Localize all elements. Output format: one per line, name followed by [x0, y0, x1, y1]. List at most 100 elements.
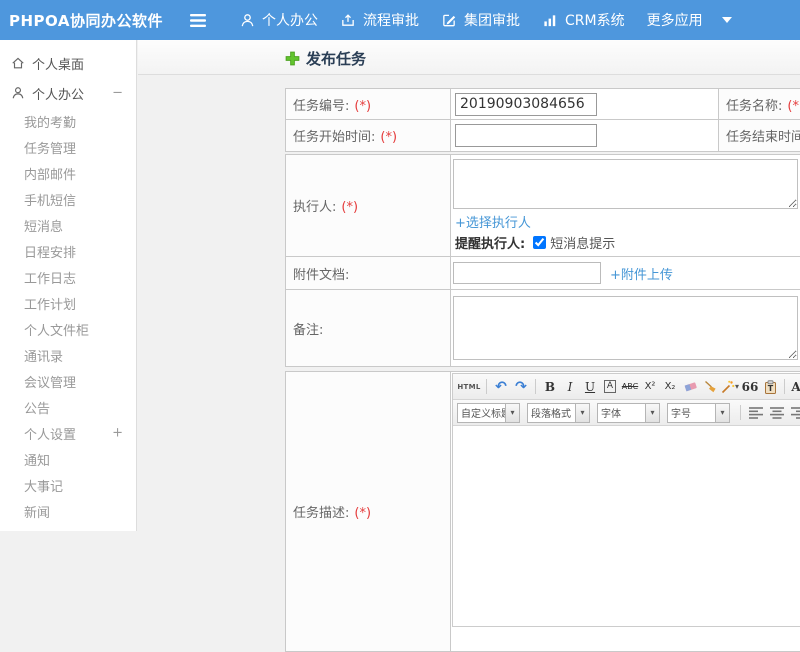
- sidebar-item-news[interactable]: 新闻: [0, 498, 136, 524]
- attachment-input[interactable]: [453, 262, 601, 284]
- sidebar-item-label: 公告: [24, 398, 50, 417]
- font-family-select[interactable]: 字体 ▾: [597, 403, 660, 423]
- sidebar-item-personal-desktop[interactable]: 个人桌面: [0, 48, 136, 78]
- sidebar-item-label: 个人文件柜: [24, 320, 89, 339]
- nav-item-workflow-approval[interactable]: 流程审批: [340, 10, 419, 30]
- strikethrough-button[interactable]: ABC: [621, 377, 639, 396]
- nav-item-crm-system[interactable]: CRM系统: [542, 10, 625, 30]
- paragraph-format-select[interactable]: 段落格式 ▾: [527, 403, 590, 423]
- nav-label: 个人办公: [262, 10, 318, 30]
- toolbar-separator: [535, 379, 536, 394]
- format-brush-button[interactable]: [701, 377, 719, 396]
- sidebar-item-announcement[interactable]: 公告: [0, 394, 136, 420]
- remark-textarea[interactable]: [453, 296, 798, 360]
- superscript-button[interactable]: X²: [641, 377, 659, 396]
- sidebar-item-schedule[interactable]: 日程安排: [0, 238, 136, 264]
- sidebar-item-label: 个人办公: [32, 84, 84, 103]
- sidebar-item-personal-office[interactable]: 个人办公 −: [0, 78, 136, 108]
- executor-label: 执行人:: [293, 200, 336, 215]
- topbar: PHPOA协同办公软件 个人办公 流程审批 集团审批 CRM系统 更多应用: [0, 0, 800, 40]
- html-source-button[interactable]: HTML: [457, 377, 481, 396]
- task-end-time-label: 任务结束时间:: [726, 130, 800, 145]
- underline-button[interactable]: U: [581, 377, 599, 396]
- sidebar-item-task-management[interactable]: 任务管理: [0, 134, 136, 160]
- align-left-button[interactable]: [746, 404, 765, 422]
- nav-item-personal-office[interactable]: 个人办公: [240, 10, 318, 30]
- required-mark: (*): [354, 506, 371, 521]
- select-value: 段落格式: [528, 405, 575, 420]
- sidebar-item-contacts[interactable]: 通讯录: [0, 342, 136, 368]
- sidebar-item-label: 大事记: [24, 476, 63, 495]
- table-row: 附件文档: +附件上传: [286, 257, 800, 290]
- nav-item-group-approval[interactable]: 集团审批: [441, 10, 520, 30]
- required-mark: (*): [354, 99, 371, 114]
- toolbar-separator: [486, 379, 487, 394]
- blockquote-button[interactable]: 66: [741, 377, 759, 396]
- task-description-table: 任务描述:(*) HTML ↶ ↷ B I U A ABC X²: [285, 371, 800, 652]
- align-center-button[interactable]: [767, 404, 786, 422]
- editor-content-area[interactable]: [453, 426, 800, 626]
- sms-prompt-checkbox[interactable]: [533, 236, 546, 249]
- sidebar: 个人桌面 个人办公 − 我的考勤 任务管理 内部邮件 手机短信 短消息 日程安排…: [0, 40, 137, 531]
- nav-label: 集团审批: [464, 10, 520, 30]
- app-logo: PHPOA协同办公软件: [0, 10, 178, 31]
- align-right-button[interactable]: [788, 404, 800, 422]
- page-title-text: 发布任务: [306, 48, 366, 69]
- sidebar-item-notice[interactable]: 通知: [0, 446, 136, 472]
- custom-title-select[interactable]: 自定义标题 ▾: [457, 403, 520, 423]
- sidebar-item-internal-mail[interactable]: 内部邮件: [0, 160, 136, 186]
- executor-textarea[interactable]: [453, 159, 798, 209]
- remark-label: 备注:: [293, 323, 323, 338]
- sidebar-item-short-message[interactable]: 短消息: [0, 212, 136, 238]
- workflow-approval-icon: [340, 13, 356, 28]
- sidebar-item-personal-settings[interactable]: 个人设置 +: [0, 420, 136, 446]
- sidebar-item-events[interactable]: 大事记: [0, 472, 136, 498]
- chevron-down-icon: ▾: [715, 404, 729, 422]
- sidebar-item-label: 通知: [24, 450, 50, 469]
- paste-text-button[interactable]: T: [761, 377, 779, 396]
- task-name-label: 任务名称:: [726, 99, 782, 114]
- sidebar-item-mobile-sms[interactable]: 手机短信: [0, 186, 136, 212]
- sidebar-item-work-log[interactable]: 工作日志: [0, 264, 136, 290]
- font-style-box-button[interactable]: A: [601, 377, 619, 396]
- nav-label: 流程审批: [363, 10, 419, 30]
- eraser-button[interactable]: [681, 377, 699, 396]
- sidebar-item-meeting-management[interactable]: 会议管理: [0, 368, 136, 394]
- undo-button[interactable]: ↶: [492, 377, 510, 396]
- align-left-icon: [749, 407, 763, 419]
- subscript-button[interactable]: X₂: [661, 377, 679, 396]
- magic-format-button[interactable]: ▾: [721, 377, 739, 396]
- required-mark: (*): [380, 130, 397, 145]
- expand-plus-icon[interactable]: +: [112, 427, 123, 440]
- table-row: 任务编号: (*) 任务名称: (*): [286, 89, 800, 120]
- table-row: 备注:: [286, 290, 800, 367]
- select-value: 自定义标题: [458, 405, 505, 420]
- font-size-select[interactable]: 字号 ▾: [667, 403, 730, 423]
- sidebar-item-work-plan[interactable]: 工作计划: [0, 290, 136, 316]
- sidebar-item-personal-file-cabinet[interactable]: 个人文件柜: [0, 316, 136, 342]
- sidebar-item-my-attendance[interactable]: 我的考勤: [0, 108, 136, 134]
- required-mark: (*): [787, 99, 800, 114]
- collapse-minus-icon[interactable]: −: [112, 87, 123, 100]
- redo-button[interactable]: ↷: [512, 377, 530, 396]
- task-number-label: 任务编号:: [293, 99, 349, 114]
- italic-button[interactable]: I: [561, 377, 579, 396]
- task-start-time-input[interactable]: [455, 124, 597, 147]
- align-center-icon: [770, 407, 784, 419]
- hamburger-menu-button[interactable]: [178, 14, 218, 27]
- bold-button[interactable]: B: [541, 377, 559, 396]
- sidebar-item-label: 内部邮件: [24, 164, 76, 183]
- font-color-button[interactable]: A ▾: [790, 377, 800, 396]
- nav-item-more-apps[interactable]: 更多应用: [647, 10, 732, 30]
- attachment-upload-link[interactable]: +附件上传: [610, 264, 673, 283]
- chevron-down-icon: ▾: [735, 382, 739, 391]
- choose-executor-link[interactable]: +选择执行人: [455, 216, 531, 231]
- task-number-input[interactable]: [455, 93, 597, 116]
- chevron-down-icon: ▾: [505, 404, 519, 422]
- sidebar-item-label: 会议管理: [24, 372, 76, 391]
- chevron-down-icon: ▾: [645, 404, 659, 422]
- sidebar-item-label: 手机短信: [24, 190, 76, 209]
- editor-toolbar-row1: HTML ↶ ↷ B I U A ABC X² X₂: [453, 374, 800, 400]
- svg-text:T: T: [767, 384, 773, 393]
- rich-text-editor: HTML ↶ ↷ B I U A ABC X² X₂: [452, 373, 800, 627]
